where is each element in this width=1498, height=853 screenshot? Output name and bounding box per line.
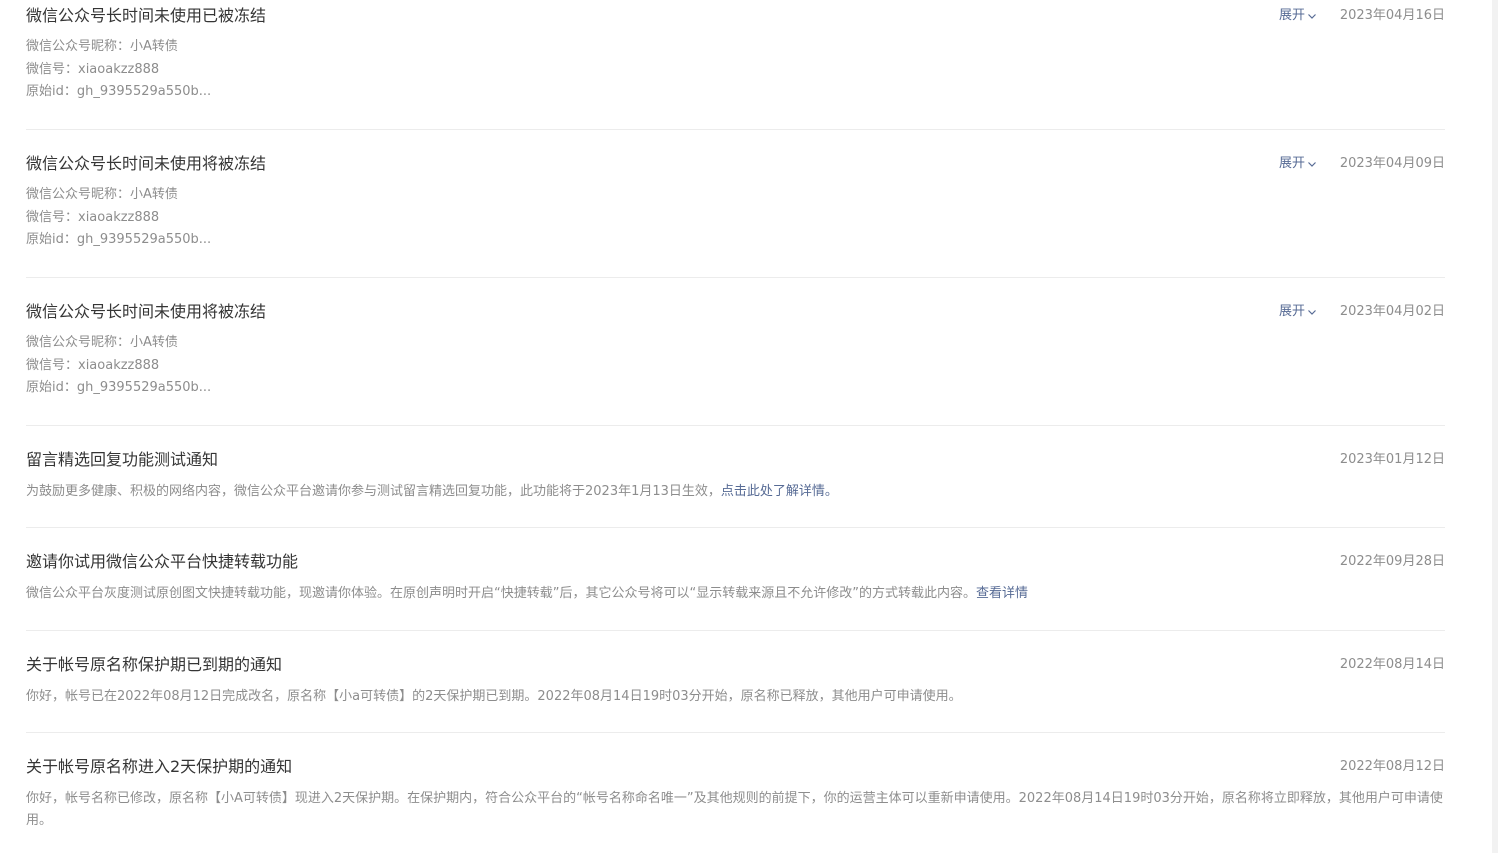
- description-text: 微信公众平台灰度测试原创图文快捷转载功能，现邀请你体验。在原创声明时开启“快捷转…: [26, 586, 976, 601]
- chevron-down-icon: [1308, 14, 1316, 19]
- details-link[interactable]: 查看详情: [976, 586, 1028, 601]
- notification-title[interactable]: 关于帐号原名称进入2天保护期的通知: [26, 757, 292, 777]
- notification-date: 2023年04月09日: [1339, 156, 1445, 171]
- notification-list: 微信公众号长时间未使用已被冻结 展开 2023年04月16日 微信公众号昵称：小…: [26, 0, 1445, 853]
- expand-button[interactable]: 展开: [1279, 155, 1317, 173]
- notification-description: 你好，帐号已在2022年08月12日完成改名，原名称【小a可转债】的2天保护期已…: [26, 689, 962, 704]
- account-wechat-id: 微信号：xiaoakzz888: [26, 357, 160, 373]
- notification-date: 2022年08月12日: [1339, 759, 1445, 774]
- chevron-down-icon: [1308, 162, 1316, 167]
- notification-title[interactable]: 留言精选回复功能测试通知: [26, 450, 218, 470]
- account-wechat-id: 微信号：xiaoakzz888: [26, 61, 160, 77]
- notification-date: 2022年08月14日: [1339, 657, 1445, 672]
- notification-title[interactable]: 微信公众号长时间未使用将被冻结: [26, 154, 266, 174]
- scrollbar[interactable]: [1492, 0, 1498, 853]
- notification-item: 关于帐号原名称保护期已到期的通知 2022年08月14日 你好，帐号已在2022…: [26, 631, 1445, 733]
- account-nickname: 微信公众号昵称：小A转债: [26, 187, 178, 202]
- notification-item: 关于帐号原名称进入2天保护期的通知 2022年08月12日 你好，帐号名称已修改…: [26, 733, 1445, 853]
- notification-title[interactable]: 邀请你试用微信公众平台快捷转载功能: [26, 552, 298, 572]
- account-original-id: 原始id：gh_9395529a550b...: [26, 232, 212, 247]
- notification-item: 邀请你试用微信公众平台快捷转载功能 2022年09月28日 微信公众平台灰度测试…: [26, 528, 1445, 631]
- expand-button[interactable]: 展开: [1279, 303, 1317, 321]
- notification-item: 微信公众号长时间未使用将被冻结 展开 2023年04月09日 微信公众号昵称：小…: [26, 130, 1445, 278]
- expand-label: 展开: [1278, 156, 1305, 171]
- account-nickname: 微信公众号昵称：小A转债: [26, 335, 178, 350]
- expand-label: 展开: [1278, 8, 1305, 23]
- expand-button[interactable]: 展开: [1279, 7, 1317, 25]
- notification-item: 微信公众号长时间未使用将被冻结 展开 2023年04月02日 微信公众号昵称：小…: [26, 278, 1445, 426]
- notification-description: 微信公众平台灰度测试原创图文快捷转载功能，现邀请你体验。在原创声明时开启“快捷转…: [26, 583, 1445, 605]
- notification-item: 留言精选回复功能测试通知 2023年01月12日 为鼓励更多健康、积极的网络内容…: [26, 426, 1445, 528]
- notification-description: 你好，帐号名称已修改，原名称【小A可转债】现进入2天保护期。在保护期内，符合公众…: [26, 791, 1443, 828]
- account-wechat-id: 微信号：xiaoakzz888: [26, 209, 160, 225]
- details-link[interactable]: 点击此处了解详情。: [721, 484, 838, 499]
- notification-item: 微信公众号长时间未使用已被冻结 展开 2023年04月16日 微信公众号昵称：小…: [26, 0, 1445, 130]
- notification-date: 2023年04月02日: [1339, 304, 1445, 319]
- notification-date: 2023年04月16日: [1339, 8, 1445, 23]
- account-nickname: 微信公众号昵称：小A转债: [26, 39, 178, 54]
- chevron-down-icon: [1308, 310, 1316, 315]
- description-text: 为鼓励更多健康、积极的网络内容，微信公众平台邀请你参与测试留言精选回复功能，此功…: [26, 484, 721, 499]
- notification-description: 为鼓励更多健康、积极的网络内容，微信公众平台邀请你参与测试留言精选回复功能，此功…: [26, 481, 1445, 503]
- expand-label: 展开: [1278, 304, 1305, 319]
- notification-title[interactable]: 微信公众号长时间未使用将被冻结: [26, 302, 266, 322]
- notification-title[interactable]: 关于帐号原名称保护期已到期的通知: [26, 655, 282, 675]
- notification-title[interactable]: 微信公众号长时间未使用已被冻结: [26, 6, 266, 26]
- notification-date: 2023年01月12日: [1339, 452, 1445, 467]
- notification-date: 2022年09月28日: [1339, 554, 1445, 569]
- account-original-id: 原始id：gh_9395529a550b...: [26, 84, 212, 99]
- account-original-id: 原始id：gh_9395529a550b...: [26, 380, 212, 395]
